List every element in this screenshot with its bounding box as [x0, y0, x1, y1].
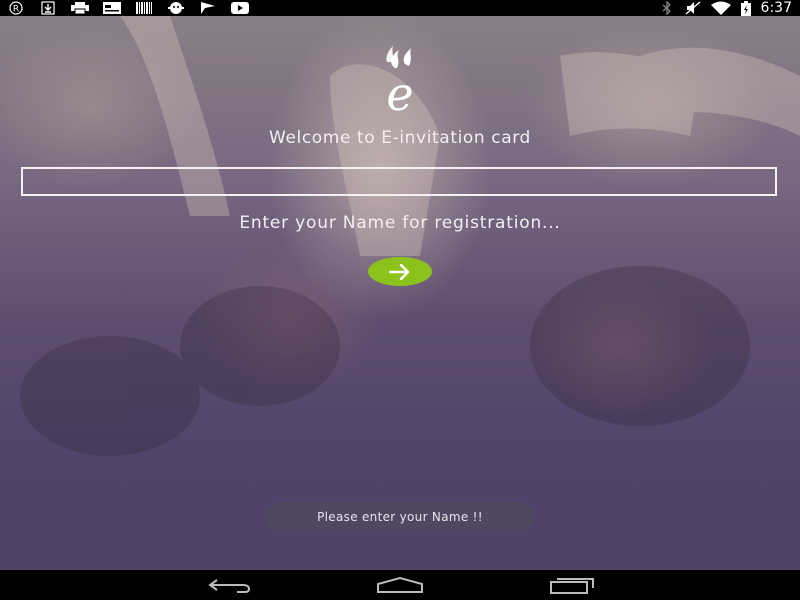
- app-logo: e: [365, 42, 435, 121]
- status-system: 6:37: [655, 0, 800, 16]
- status-bar: R 6:37: [0, 0, 800, 16]
- welcome-title: Welcome to E-invitation card: [269, 128, 531, 148]
- logo-letter: e: [386, 67, 413, 114]
- navigation-bar: [0, 570, 800, 600]
- status-time: 6:37: [760, 0, 792, 16]
- toast-text: Please enter your Name !!: [317, 509, 483, 524]
- arrow-right-icon: [389, 263, 410, 280]
- recents-icon: [550, 578, 594, 594]
- status-notifications: R: [0, 0, 256, 16]
- name-input[interactable]: [21, 167, 777, 196]
- printer-icon: [64, 0, 96, 16]
- battery-icon: [735, 0, 757, 16]
- registration-hint: Enter your Name for registration...: [239, 213, 561, 233]
- recents-button[interactable]: [532, 570, 612, 600]
- registered-icon: R: [0, 0, 32, 16]
- android-icon: [160, 0, 192, 16]
- youtube-icon: [224, 0, 256, 16]
- back-button[interactable]: [190, 570, 270, 600]
- mute-icon: [679, 0, 707, 16]
- toast-message: Please enter your Name !!: [265, 502, 535, 531]
- flag-icon: [192, 0, 224, 16]
- submit-button[interactable]: [368, 257, 432, 286]
- svg-text:R: R: [13, 5, 19, 15]
- home-icon: [377, 577, 423, 593]
- steam-e-logo-icon: e: [386, 46, 414, 121]
- wifi-icon: [707, 0, 735, 16]
- back-icon: [208, 579, 251, 593]
- download-icon: [32, 0, 64, 16]
- card-icon: [96, 0, 128, 16]
- barcode-icon: [128, 0, 160, 16]
- home-button[interactable]: [360, 570, 440, 600]
- bluetooth-icon: [655, 0, 679, 16]
